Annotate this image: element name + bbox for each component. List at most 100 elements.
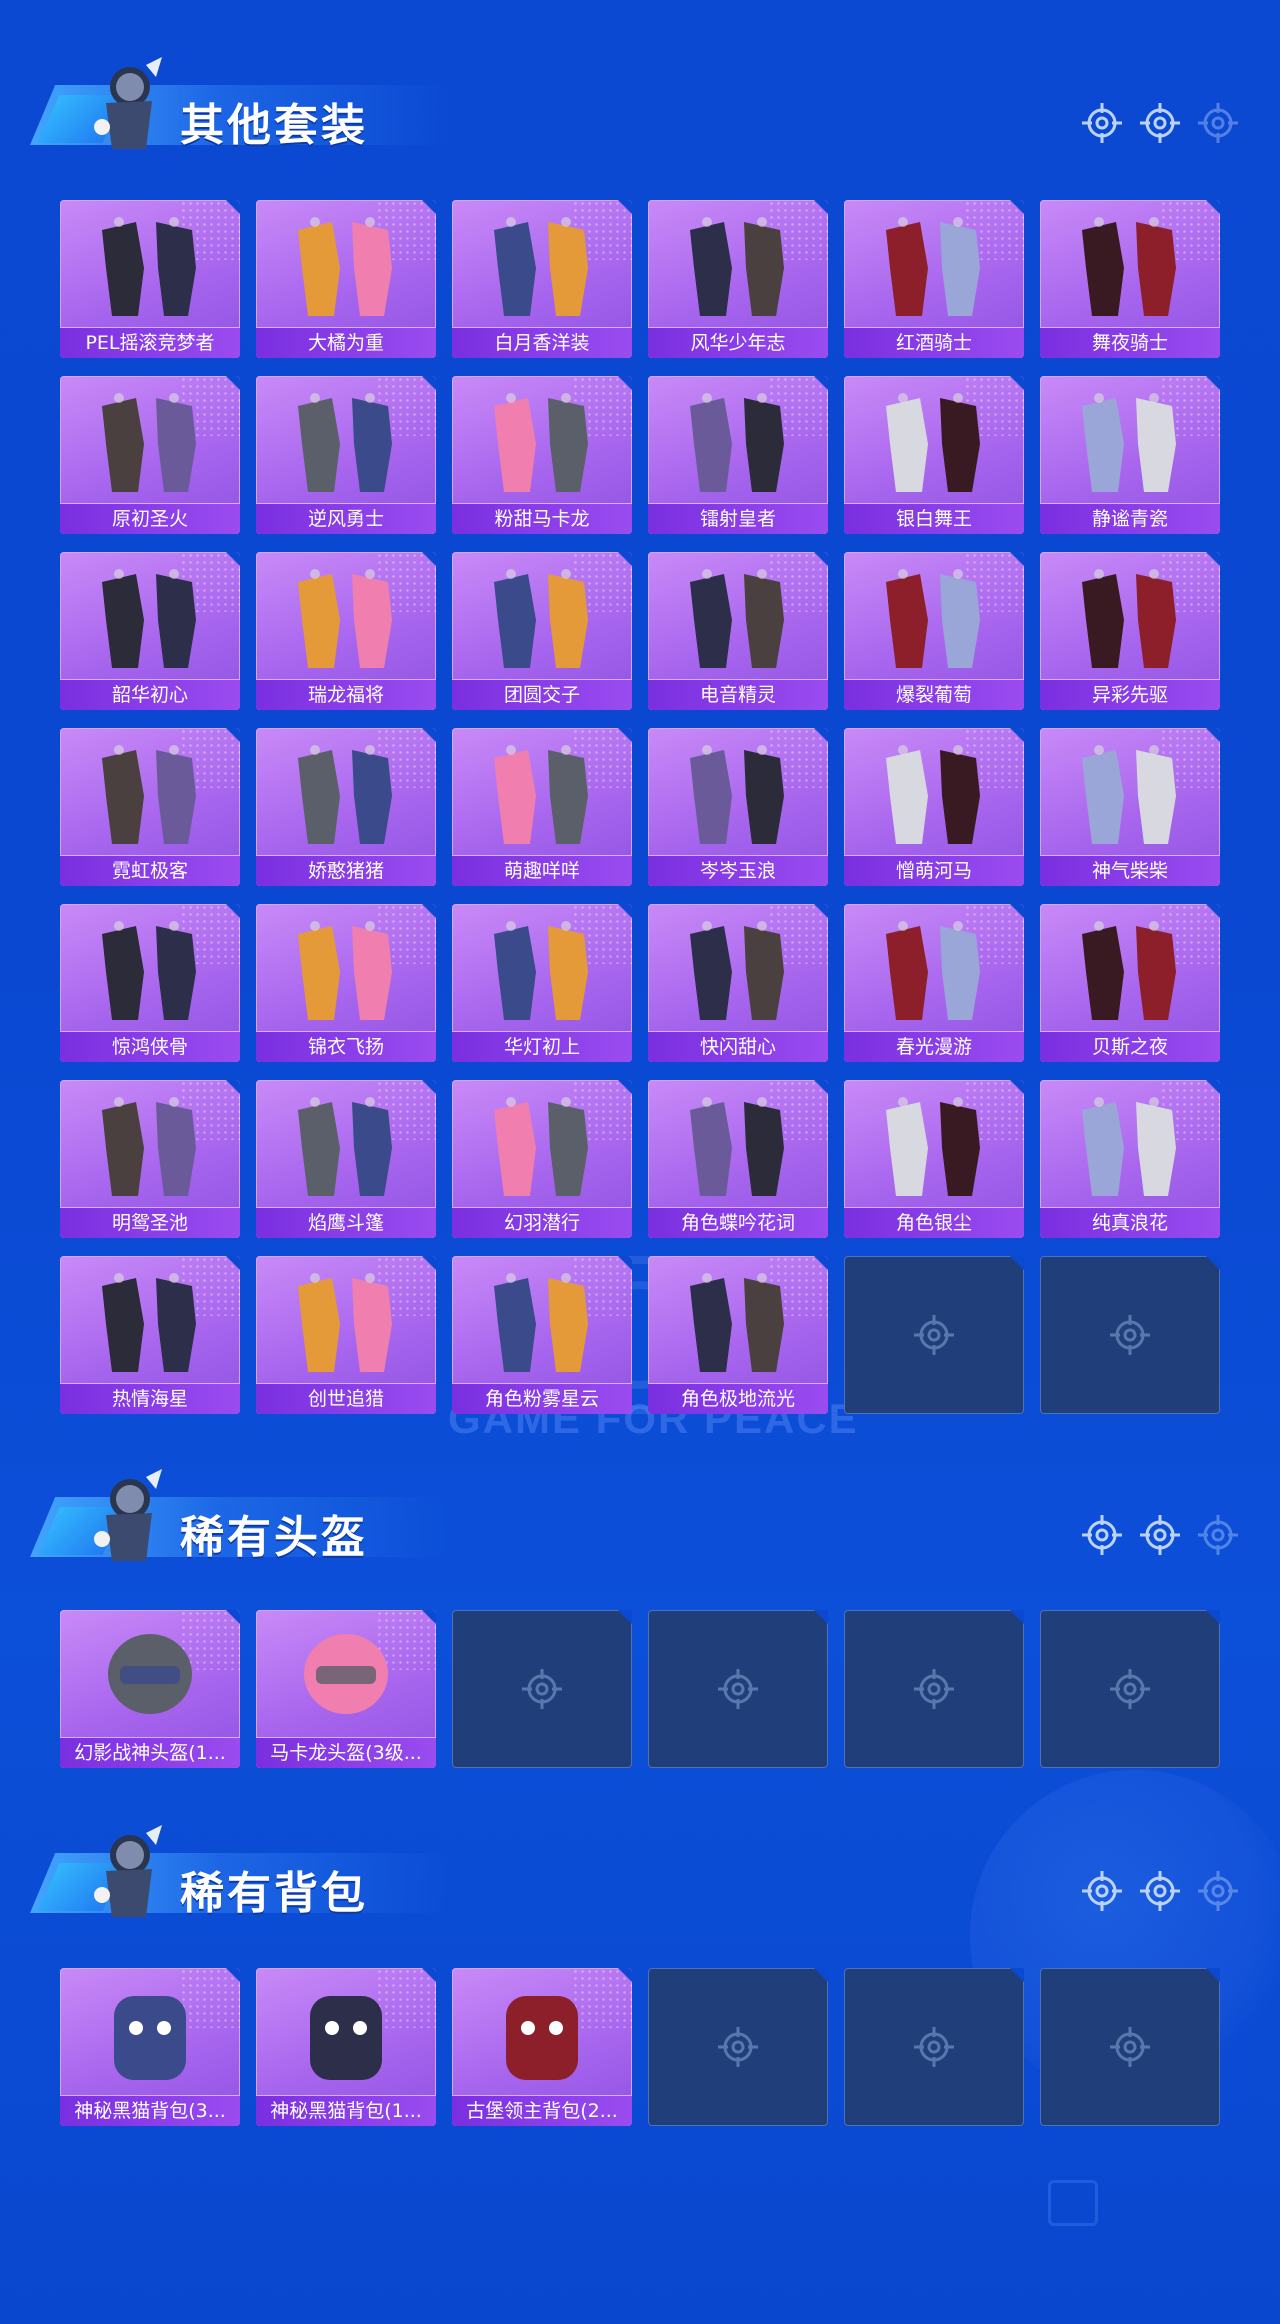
item-card[interactable]: 华灯初上 xyxy=(452,904,632,1062)
item-card[interactable]: 红酒骑士 xyxy=(844,200,1024,358)
outfit-image xyxy=(102,393,196,492)
item-card[interactable]: 神秘黑猫背包(3... xyxy=(60,1968,240,2126)
outfit-image xyxy=(886,1097,980,1196)
item-card[interactable]: 风华少年志 xyxy=(648,200,828,358)
card-corner xyxy=(618,376,632,390)
item-card[interactable]: 原初圣火 xyxy=(60,376,240,534)
item-card[interactable]: 锦衣飞扬 xyxy=(256,904,436,1062)
item-name: 静谧青瓷 xyxy=(1040,503,1220,534)
card-corner xyxy=(226,552,240,566)
crosshair-icon xyxy=(1110,2027,1150,2067)
item-card[interactable]: 异彩先驱 xyxy=(1040,552,1220,710)
crosshair-icon xyxy=(1140,1515,1180,1555)
item-name: 憎萌河马 xyxy=(844,855,1024,886)
item-card[interactable]: 大橘为重 xyxy=(256,200,436,358)
item-card[interactable]: 粉甜马卡龙 xyxy=(452,376,632,534)
item-card[interactable]: 舞夜骑士 xyxy=(1040,200,1220,358)
outfit-image xyxy=(690,217,784,316)
item-card[interactable]: 热情海星 xyxy=(60,1256,240,1414)
card-corner xyxy=(814,904,828,918)
item-card[interactable]: 创世追猎 xyxy=(256,1256,436,1414)
item-card[interactable]: 银白舞王 xyxy=(844,376,1024,534)
item-name: 角色蝶吟花词 xyxy=(648,1207,828,1238)
outfit-image xyxy=(690,921,784,1020)
item-card[interactable]: 角色银尘 xyxy=(844,1080,1024,1238)
crosshair-icon xyxy=(1198,1871,1238,1911)
outfit-image xyxy=(298,217,392,316)
card-corner xyxy=(1010,904,1024,918)
card-corner xyxy=(226,200,240,214)
outfit-image xyxy=(102,745,196,844)
item-card[interactable]: 爆裂葡萄 xyxy=(844,552,1024,710)
item-card[interactable]: 焰鹰斗篷 xyxy=(256,1080,436,1238)
item-card[interactable]: 白月香洋装 xyxy=(452,200,632,358)
item-card[interactable]: 憎萌河马 xyxy=(844,728,1024,886)
outfit-image xyxy=(298,921,392,1020)
item-card[interactable]: 角色蝶吟花词 xyxy=(648,1080,828,1238)
outfit-image xyxy=(1082,393,1176,492)
item-card[interactable]: 快闪甜心 xyxy=(648,904,828,1062)
item-card[interactable]: 韶华初心 xyxy=(60,552,240,710)
card-corner xyxy=(1206,1080,1220,1094)
outfit-image xyxy=(1082,569,1176,668)
card-corner xyxy=(1010,1080,1024,1094)
outfit-image xyxy=(494,217,588,316)
outfit-image xyxy=(102,921,196,1020)
item-name: 大橘为重 xyxy=(256,327,436,358)
card-corner xyxy=(422,376,436,390)
item-card[interactable]: 角色极地流光 xyxy=(648,1256,828,1414)
item-card[interactable]: 纯真浪花 xyxy=(1040,1080,1220,1238)
outfit-image xyxy=(494,745,588,844)
item-card[interactable]: PEL摇滚竞梦者 xyxy=(60,200,240,358)
empty-slot xyxy=(844,1256,1024,1414)
item-name: 神秘黑猫背包(1... xyxy=(256,2095,436,2126)
item-card[interactable]: 团圆交子 xyxy=(452,552,632,710)
outfit-image xyxy=(690,1097,784,1196)
card-corner xyxy=(814,376,828,390)
item-name: 萌趣咩咩 xyxy=(452,855,632,886)
outfit-image xyxy=(886,745,980,844)
item-card[interactable]: 幻羽潜行 xyxy=(452,1080,632,1238)
section-header: 稀有头盔 xyxy=(30,1467,1280,1577)
item-card[interactable]: 贝斯之夜 xyxy=(1040,904,1220,1062)
item-card[interactable]: 神秘黑猫背包(1... xyxy=(256,1968,436,2126)
card-corner xyxy=(814,728,828,742)
item-card[interactable]: 春光漫游 xyxy=(844,904,1024,1062)
item-name: 红酒骑士 xyxy=(844,327,1024,358)
item-card[interactable]: 逆风勇士 xyxy=(256,376,436,534)
card-corner xyxy=(618,552,632,566)
outfit-image xyxy=(690,1273,784,1372)
item-card[interactable]: 萌趣咩咩 xyxy=(452,728,632,886)
item-card[interactable]: 幻影战神头盔(1... xyxy=(60,1610,240,1768)
item-name: 快闪甜心 xyxy=(648,1031,828,1062)
card-corner xyxy=(422,552,436,566)
item-card[interactable]: 马卡龙头盔(3级... xyxy=(256,1610,436,1768)
item-card[interactable]: 神气柴柴 xyxy=(1040,728,1220,886)
item-card[interactable]: 古堡领主背包(2... xyxy=(452,1968,632,2126)
mascot-icon xyxy=(94,1825,162,1917)
item-card[interactable]: 岑岑玉浪 xyxy=(648,728,828,886)
item-card[interactable]: 角色粉雾星云 xyxy=(452,1256,632,1414)
crosshair-icon xyxy=(1110,1315,1150,1355)
crosshair-icon xyxy=(1140,1871,1180,1911)
item-name: 锦衣飞扬 xyxy=(256,1031,436,1062)
outfit-image xyxy=(298,569,392,668)
card-corner xyxy=(814,200,828,214)
card-corner xyxy=(1206,200,1220,214)
item-card[interactable]: 娇憨猪猪 xyxy=(256,728,436,886)
outfit-image xyxy=(102,217,196,316)
item-name: 贝斯之夜 xyxy=(1040,1031,1220,1062)
item-name: 岑岑玉浪 xyxy=(648,855,828,886)
item-card[interactable]: 霓虹极客 xyxy=(60,728,240,886)
item-card[interactable]: 瑞龙福将 xyxy=(256,552,436,710)
item-name: PEL摇滚竞梦者 xyxy=(60,327,240,358)
item-card[interactable]: 镭射皇者 xyxy=(648,376,828,534)
card-corner xyxy=(226,1256,240,1270)
crosshair-icon xyxy=(1082,103,1122,143)
item-card[interactable]: 静谧青瓷 xyxy=(1040,376,1220,534)
item-card[interactable]: 惊鸿侠骨 xyxy=(60,904,240,1062)
item-card[interactable]: 明鸳圣池 xyxy=(60,1080,240,1238)
item-card[interactable]: 电音精灵 xyxy=(648,552,828,710)
crosshair-icon xyxy=(914,1669,954,1709)
helmet-image xyxy=(304,1634,388,1714)
